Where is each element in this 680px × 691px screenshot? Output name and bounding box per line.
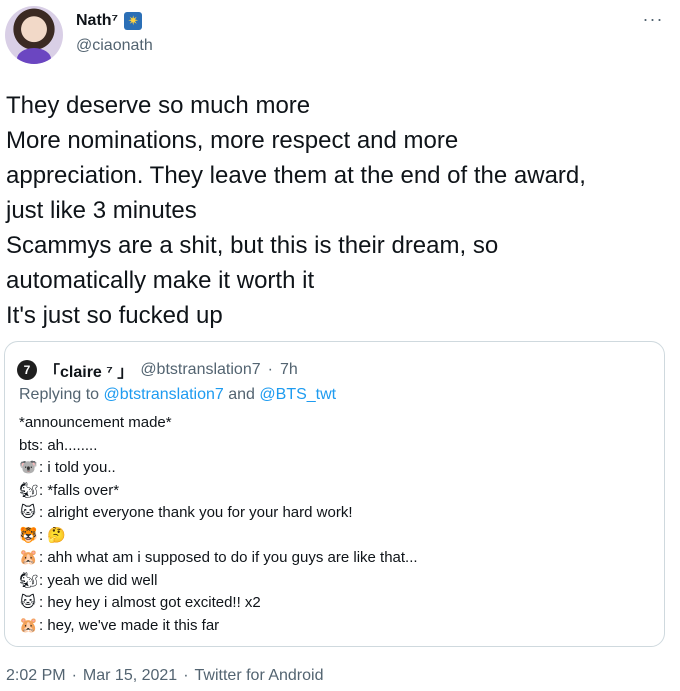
quote-line: *announcement made*: [19, 412, 659, 435]
replying-prefix: Replying to: [19, 386, 104, 403]
quote-separator: ·: [267, 361, 273, 378]
quote-line-text: : alright everyone thank you for your ha…: [39, 504, 353, 521]
tweet-source[interactable]: Twitter for Android: [195, 667, 324, 685]
author-avatar[interactable]: [5, 6, 63, 64]
tweet-text: They deserve so much more More nominatio…: [6, 88, 671, 333]
quote-line: bts: ah........: [19, 435, 659, 458]
sparkle-badge-icon: ✷: [124, 12, 143, 30]
quote-line-text: : 🤔: [39, 526, 67, 544]
quote-line-text: *announcement made*: [19, 414, 172, 431]
mention-link[interactable]: @BTS_twt: [259, 386, 336, 403]
author-display-name[interactable]: Nath⁷: [76, 12, 118, 30]
quote-line-text: : ahh what am i supposed to do if you gu…: [39, 549, 418, 566]
koala-emoji-icon: 🐨: [19, 459, 38, 477]
quote-line: 🐯: 🤔: [19, 525, 659, 548]
quote-handle: @btstranslation7: [140, 361, 261, 378]
quote-line: 🐨: i told you..: [19, 457, 659, 480]
tweet-footer: 2:02 PM · Mar 15, 2021 · Twitter for And…: [6, 667, 323, 685]
replying-and: and: [223, 386, 260, 403]
quote-time: 7h: [279, 361, 298, 378]
quote-line-text: : i told you..: [39, 459, 116, 476]
avatar-shirt: [17, 48, 51, 64]
author-handle[interactable]: @ciaonath: [76, 37, 153, 55]
squirrel-emoji-icon: 🐿: [19, 481, 39, 499]
tweet: Nath⁷ ✷ @ciaonath ··· They deserve so mu…: [0, 0, 680, 691]
quote-avatar: 7: [17, 360, 37, 380]
cat-emoji-icon: 🐱: [20, 594, 36, 612]
tweet-time[interactable]: 2:02 PM: [6, 667, 66, 685]
cat-emoji-icon: 🐱: [20, 504, 36, 522]
quoted-tweet[interactable]: 7 「claire ⁷ 」 @btstranslation7 · 7h Repl…: [4, 341, 665, 647]
footer-separator: ·: [71, 667, 77, 684]
quote-line-text: bts: ah........: [19, 436, 98, 454]
quote-line-text: : hey hey i almost got excited!! x2: [39, 594, 261, 611]
quote-line: 🐿: *falls over*: [19, 480, 659, 503]
quote-line: 🐹: ahh what am i supposed to do if you g…: [19, 547, 659, 570]
quote-replying-to: Replying to @btstranslation7 and @BTS_tw…: [19, 386, 336, 404]
quote-line-text: : hey, we've made it this far: [39, 616, 220, 634]
quote-line: 🐿: yeah we did well: [19, 570, 659, 593]
tweet-line: More nominations, more respect and more: [6, 127, 459, 154]
tweet-line: Scammys are a shit, but this is their dr…: [6, 232, 499, 259]
hamster-emoji-icon: 🐹: [19, 616, 38, 634]
footer-separator: ·: [183, 667, 189, 684]
tweet-line: automatically make it worth it: [6, 267, 315, 294]
quote-header: 7 「claire ⁷ 」 @btstranslation7 · 7h: [17, 358, 298, 382]
quote-line: 🐹: hey, we've made it this far: [19, 615, 659, 638]
tweet-line: appreciation. They leave them at the end…: [6, 162, 586, 189]
quote-body: *announcement made* bts: ah........ 🐨: i…: [19, 412, 659, 637]
quote-display-name: 「claire ⁷ 」: [44, 364, 134, 381]
quote-line: 🐱: hey hey i almost got excited!! x2: [19, 592, 659, 615]
tweet-line: It's just so fucked up: [6, 302, 223, 329]
tweet-line: They deserve so much more: [6, 92, 311, 119]
author-name-row: Nath⁷ ✷: [76, 12, 143, 30]
quote-line: 🐱: alright everyone thank you for your h…: [19, 502, 659, 525]
tweet-date[interactable]: Mar 15, 2021: [83, 667, 177, 685]
squirrel-emoji-icon: 🐿: [19, 571, 39, 589]
tweet-line: just like 3 minutes: [6, 197, 197, 224]
tiger-emoji-icon: 🐯: [19, 526, 38, 544]
more-options-icon[interactable]: ···: [638, 10, 668, 34]
mention-link[interactable]: @btstranslation7: [104, 386, 224, 403]
hamster-emoji-icon: 🐹: [19, 549, 38, 567]
quote-line-text: : *falls over*: [39, 481, 120, 499]
quote-line-text: : yeah we did well: [39, 571, 158, 589]
